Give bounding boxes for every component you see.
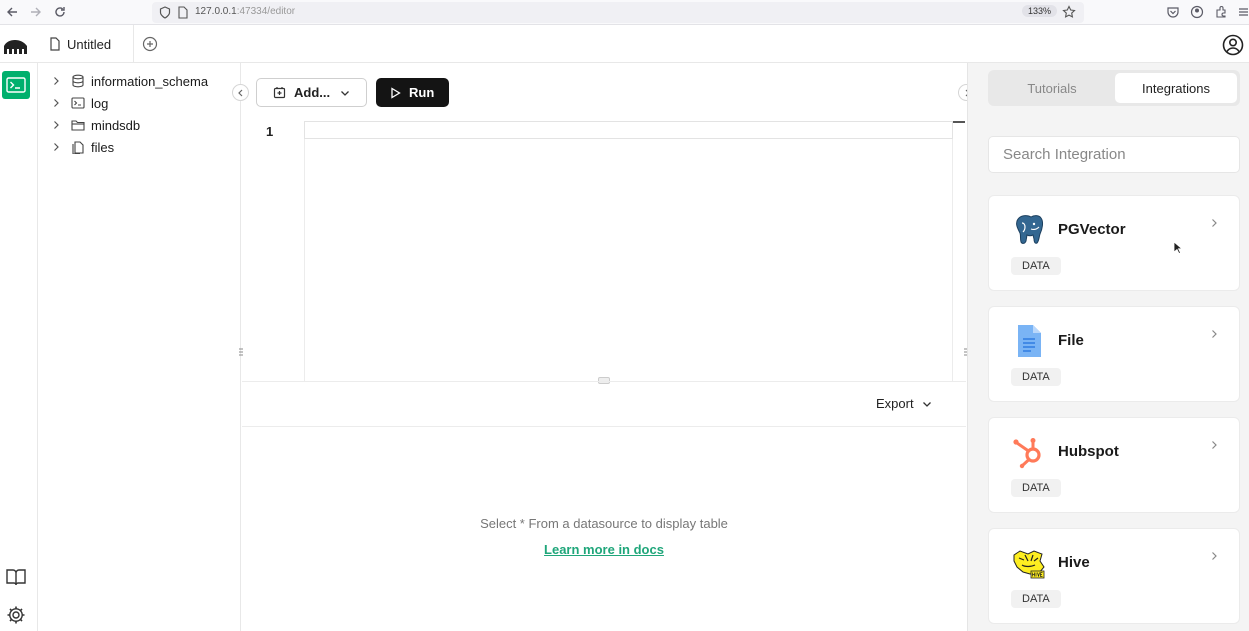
files-icon (72, 141, 84, 154)
chevron-right-icon (1212, 219, 1217, 227)
chevron-right-icon (1212, 552, 1217, 560)
hive-bee-icon (1013, 550, 1045, 579)
tree-item-files[interactable]: files (51, 137, 114, 157)
empty-result-message: Select * From a datasource to display ta… (480, 516, 728, 531)
app-header: Untitled (0, 25, 1249, 63)
document-icon (50, 37, 60, 51)
account-icon[interactable] (1190, 5, 1204, 19)
tree-item-label: log (91, 95, 109, 111)
tab-integrations[interactable]: Integrations (1115, 73, 1237, 103)
document-icon (1018, 325, 1041, 357)
run-button-label: Run (409, 85, 435, 100)
tree-item-information-schema[interactable]: information_schema (51, 71, 208, 91)
tab-tutorials[interactable]: Tutorials (991, 73, 1113, 103)
folder-icon (71, 120, 85, 131)
browser-toolbar: 127.0.0.1:47334/editor 133% (0, 0, 1249, 25)
integration-card-file[interactable]: File DATA (988, 306, 1240, 402)
chevron-right-icon[interactable] (51, 142, 61, 152)
panel-tabs: Tutorials Integrations (988, 70, 1240, 106)
pocket-icon[interactable] (1166, 5, 1180, 19)
editor-nav-button[interactable] (2, 71, 30, 99)
hubspot-icon (1013, 438, 1041, 469)
integration-badge: DATA (1011, 479, 1061, 497)
add-button[interactable]: Add... (256, 78, 367, 107)
extensions-icon[interactable] (1214, 5, 1228, 19)
zoom-level[interactable]: 133% (1022, 5, 1058, 17)
terminal-icon (71, 97, 85, 109)
add-tab-icon[interactable] (142, 36, 158, 52)
left-rail (0, 63, 38, 631)
terminal-icon (6, 77, 26, 93)
integration-card-hive[interactable]: Hive DATA (988, 528, 1240, 624)
add-box-icon (273, 87, 286, 99)
docs-link[interactable]: Learn more in docs (242, 542, 966, 557)
mindsdb-logo-icon[interactable] (3, 39, 29, 55)
integration-name: PGVector (1058, 221, 1126, 238)
shield-icon[interactable] (159, 6, 171, 19)
reload-icon[interactable] (53, 5, 67, 19)
chevron-down-icon (922, 401, 931, 407)
address-bar[interactable]: 127.0.0.1:47334/editor 133% (152, 2, 1084, 23)
editor-gutter-divider (304, 139, 305, 381)
editor-right-edge (952, 139, 953, 381)
play-icon (391, 86, 401, 99)
integration-card-hubspot[interactable]: Hubspot DATA (988, 417, 1240, 513)
back-icon[interactable] (5, 5, 19, 19)
integration-badge: DATA (1011, 368, 1061, 386)
mouse-cursor-icon (1173, 241, 1183, 255)
sql-editor[interactable]: 1 (242, 121, 966, 381)
tree-item-label: mindsdb (91, 117, 141, 133)
export-button[interactable]: Export (876, 396, 932, 411)
add-button-label: Add... (294, 85, 331, 100)
tab-untitled[interactable]: Untitled (38, 25, 134, 63)
chevron-right-icon[interactable] (51, 76, 61, 86)
code-line-input[interactable] (304, 121, 953, 139)
database-icon (72, 74, 84, 88)
menu-icon[interactable] (1238, 5, 1249, 19)
integration-name: Hive (1058, 554, 1090, 571)
chevron-right-icon[interactable] (51, 98, 61, 108)
page-icon (178, 6, 188, 19)
line-number: 1 (266, 124, 274, 139)
integration-card-pgvector[interactable]: PGVector DATA (988, 195, 1240, 291)
tab-title: Untitled (67, 36, 112, 52)
star-icon[interactable] (1062, 5, 1076, 19)
chevron-down-icon (341, 90, 350, 96)
url-text[interactable]: 127.0.0.1:47334/editor (195, 6, 295, 17)
run-button[interactable]: Run (376, 78, 449, 107)
tree-item-label: information_schema (91, 73, 209, 89)
left-resize-handle[interactable] (238, 346, 244, 358)
tree-item-label: files (91, 139, 115, 155)
integrations-panel: Tutorials Integrations PGVector DATA Fil… (967, 63, 1249, 631)
integration-badge: DATA (1011, 257, 1061, 275)
user-avatar-icon[interactable] (1222, 34, 1244, 56)
chevron-left-icon (237, 89, 242, 96)
tree-item-log[interactable]: log (51, 93, 108, 113)
tree-item-mindsdb[interactable]: mindsdb (51, 115, 140, 135)
integration-badge: DATA (1011, 590, 1061, 608)
chevron-right-icon (1212, 330, 1217, 338)
forward-icon[interactable] (29, 5, 43, 19)
chevron-right-icon[interactable] (51, 120, 61, 130)
database-tree: information_schema log mindsdb files (39, 63, 241, 631)
book-icon[interactable] (6, 568, 26, 586)
gear-icon[interactable] (6, 605, 26, 625)
collapse-left-button[interactable] (232, 84, 249, 101)
result-toolbar: Export (242, 381, 966, 427)
search-integration-input[interactable] (988, 136, 1240, 173)
integration-name: File (1058, 332, 1084, 349)
export-label: Export (876, 396, 914, 411)
postgres-elephant-icon (1016, 215, 1044, 244)
editor-scrollbar[interactable] (953, 121, 965, 123)
integration-name: Hubspot (1058, 443, 1119, 460)
chevron-right-icon (1212, 441, 1217, 449)
